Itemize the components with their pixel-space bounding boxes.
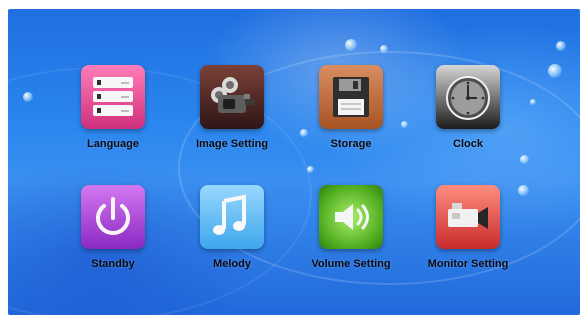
menu-item-label: Storage [330,138,372,150]
decorative-bubble [401,121,408,128]
decorative-bubble [518,185,529,196]
main-menu-panel: Language Image Setting Storage Clock Sta… [8,9,580,315]
screen: Language Image Setting Storage Clock Sta… [0,0,584,327]
menu-item-storage[interactable]: Storage [301,65,401,165]
decorative-bubble [520,155,529,164]
menu-item-label: Clock [453,138,483,150]
menu-item-clock[interactable]: Clock [418,65,518,165]
menu-item-standby[interactable]: Standby [63,185,163,285]
video-camera-icon [436,185,500,249]
music-note-icon [200,185,264,249]
stacked-list-icon [81,65,145,129]
menu-item-label: Melody [213,258,251,270]
speaker-icon [319,185,383,249]
menu-item-image-setting[interactable]: Image Setting [182,65,282,165]
camera-icon [200,65,264,129]
menu-item-label: Standby [91,258,135,270]
clock-icon [436,65,500,129]
menu-item-label: Language [87,138,139,150]
decorative-bubble [530,99,536,105]
power-icon [81,185,145,249]
decorative-bubble [548,64,562,78]
decorative-bubble [307,166,314,173]
decorative-bubble [23,92,33,102]
menu-item-label: Monitor Setting [427,258,509,270]
decorative-bubble [556,41,566,51]
decorative-bubble [345,39,357,51]
menu-item-label: Volume Setting [311,258,391,270]
menu-item-melody[interactable]: Melody [182,185,282,285]
floppy-disk-icon [319,65,383,129]
menu-item-language[interactable]: Language [63,65,163,165]
menu-item-label: Image Setting [195,138,269,150]
decorative-bubble [380,45,388,53]
menu-item-monitor-setting[interactable]: Monitor Setting [418,185,518,285]
menu-item-volume-setting[interactable]: Volume Setting [301,185,401,285]
